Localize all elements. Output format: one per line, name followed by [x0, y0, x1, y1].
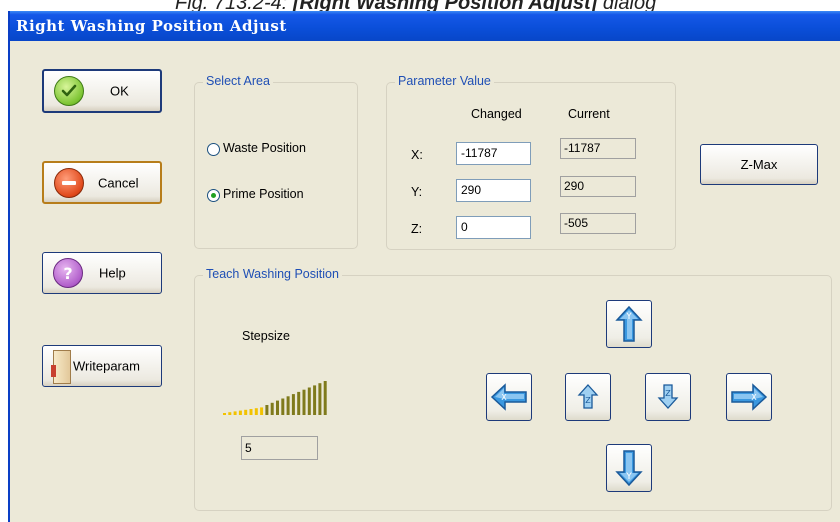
svg-text:Y: Y	[625, 472, 632, 482]
minus-icon	[54, 167, 84, 198]
stepsize-value: 5	[241, 436, 318, 460]
svg-text:Y: Y	[625, 312, 632, 322]
step-bar-inactive[interactable]	[233, 411, 237, 415]
y-changed-input[interactable]: 290	[456, 179, 531, 202]
y-down-button[interactable]: Y	[606, 444, 652, 492]
y-up-button[interactable]: Y	[606, 300, 652, 348]
step-bar-active[interactable]	[281, 398, 285, 416]
teach-washing-position-label: Teach Washing Position	[203, 267, 342, 281]
select-area-group: Select Area Waste Position Prime Positio…	[194, 74, 358, 249]
x-right-button[interactable]: X	[726, 373, 772, 421]
stepsize-slider[interactable]	[223, 373, 353, 423]
step-bar-inactive[interactable]	[228, 412, 232, 415]
window-title: Right Washing Position Adjust	[16, 17, 287, 35]
prime-position-label: Prime Position	[223, 187, 304, 201]
help-label: Help	[99, 265, 126, 281]
x-changed-input[interactable]: -11787	[456, 142, 531, 165]
y-current-value: 290	[560, 176, 636, 197]
z-changed-input[interactable]: 0	[456, 216, 531, 239]
arrow-down-icon: Y	[615, 450, 643, 487]
z-down-icon: Z	[657, 384, 679, 409]
document-icon	[51, 350, 71, 384]
step-bar-active[interactable]	[291, 394, 295, 415]
step-bar-active[interactable]	[302, 389, 306, 415]
title-bar[interactable]: Right Washing Position Adjust	[10, 11, 840, 41]
step-bar-active[interactable]	[313, 385, 317, 415]
x-axis-label: X:	[411, 148, 423, 162]
parameter-value-label: Parameter Value	[395, 74, 494, 88]
cancel-button[interactable]: Cancel	[42, 161, 162, 204]
radio-selected-dot	[211, 193, 216, 198]
step-bar-active[interactable]	[307, 387, 311, 416]
x-left-button[interactable]: X	[486, 373, 532, 421]
z-max-label: Z-Max	[740, 157, 778, 172]
select-area-label: Select Area	[203, 74, 273, 88]
arrow-right-icon: X	[731, 383, 768, 411]
z-down-button[interactable]: Z	[645, 373, 691, 421]
waste-position-label: Waste Position	[223, 141, 306, 155]
question-icon: ?	[53, 258, 83, 288]
writeparam-label: Writeparam	[73, 358, 140, 374]
arrow-left-icon: X	[490, 383, 527, 411]
z-up-icon: Z	[577, 384, 599, 409]
z-current-value: -505	[560, 213, 636, 234]
svg-text:Z: Z	[665, 389, 671, 398]
z-max-button[interactable]: Z-Max	[700, 144, 818, 185]
svg-text:X: X	[751, 393, 757, 402]
cancel-label: Cancel	[98, 175, 139, 190]
step-bar-active[interactable]	[318, 383, 322, 415]
step-bar-inactive[interactable]	[254, 408, 258, 415]
svg-text:Z: Z	[585, 396, 591, 405]
step-bar-active[interactable]	[286, 396, 290, 415]
step-bar-active[interactable]	[323, 381, 327, 415]
step-bar-active[interactable]	[265, 405, 269, 415]
ok-label: OK	[110, 83, 129, 99]
parameter-value-group: Parameter Value Changed Current X: -1178…	[386, 74, 676, 250]
dialog-window: Right Washing Position Adjust OK Cancel …	[8, 11, 840, 522]
svg-text:X: X	[501, 393, 507, 402]
step-bar-inactive[interactable]	[223, 413, 226, 415]
stepsize-label: Stepsize	[242, 329, 290, 343]
step-bar-inactive[interactable]	[249, 409, 253, 415]
help-button[interactable]: ? Help	[42, 252, 162, 294]
step-bar-inactive[interactable]	[238, 410, 242, 415]
step-bar-inactive[interactable]	[260, 407, 264, 415]
step-bar-inactive[interactable]	[244, 409, 248, 415]
z-up-button[interactable]: Z	[565, 373, 611, 421]
changed-column-header: Changed	[471, 107, 522, 121]
prime-position-radio[interactable]	[207, 189, 220, 202]
writeparam-button[interactable]: Writeparam	[42, 345, 162, 387]
z-axis-label: Z:	[411, 222, 423, 236]
step-bar-active[interactable]	[297, 391, 301, 415]
arrow-up-icon: Y	[615, 305, 643, 342]
step-bar-active[interactable]	[276, 400, 279, 415]
ok-button[interactable]: OK	[42, 69, 162, 113]
teach-washing-position-group: Teach Washing Position Stepsize 5 Y X Z	[194, 267, 832, 511]
x-current-value: -11787	[560, 138, 636, 159]
y-axis-label: Y:	[411, 185, 423, 199]
step-bar-active[interactable]	[270, 402, 274, 415]
waste-position-radio[interactable]	[207, 143, 220, 156]
current-column-header: Current	[568, 107, 610, 121]
checkmark-icon	[54, 76, 84, 106]
